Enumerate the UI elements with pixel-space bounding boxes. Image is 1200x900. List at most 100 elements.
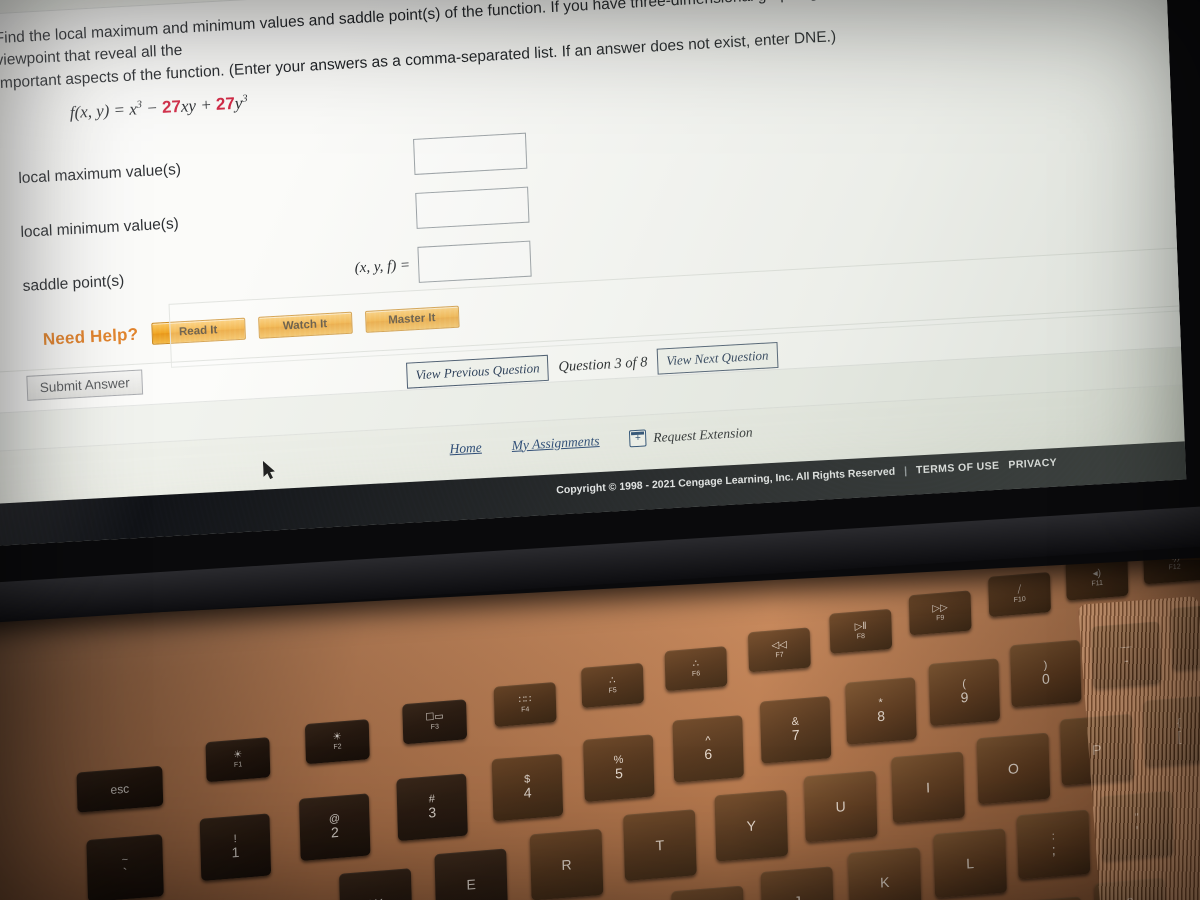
footer-links: Home My Assignments Request Extension <box>449 423 753 457</box>
answer-label-local-maximum: local maximum value(s) <box>18 161 182 188</box>
key-0[interactable]: ) 0 <box>1009 639 1082 708</box>
key-3[interactable]: #3 <box>396 773 468 842</box>
formula-coefficient-1: 27 <box>161 97 182 118</box>
key-f8-label: F8 <box>856 633 866 641</box>
answer-prefix-local-maximum <box>318 157 414 162</box>
key-f7-label: F7 <box>775 651 784 660</box>
key-4-label: 4 <box>523 784 532 802</box>
key-e-label: E <box>466 875 477 893</box>
key-7[interactable]: & 7 <box>759 696 832 764</box>
brightness-up-icon: ☀ <box>332 730 342 743</box>
play-pause-icon: ▷‖ <box>854 620 867 633</box>
key-5-label: 5 <box>614 765 624 782</box>
key-t[interactable]: T <box>623 809 697 882</box>
key-esc[interactable]: esc <box>76 765 164 813</box>
answer-label-local-minimum: local minimum value(s) <box>20 215 180 242</box>
key-5[interactable]: % 5 <box>583 734 655 803</box>
key-u[interactable]: U <box>803 770 878 843</box>
mission-control-icon: ☐▭ <box>425 710 444 724</box>
fast-forward-icon: ▷▷ <box>932 601 948 615</box>
key-esc-label: esc <box>110 781 130 797</box>
key-h[interactable]: H <box>671 885 745 900</box>
key-f9[interactable]: ▷▷ F9 <box>908 590 972 636</box>
key-2[interactable]: @2 <box>298 793 371 861</box>
laptop-speaker-grill <box>1078 596 1200 900</box>
key-1[interactable]: ! 1 <box>199 813 272 882</box>
request-extension-link[interactable]: Request Extension <box>629 423 753 448</box>
volume-down-icon: ◂) <box>1092 567 1102 580</box>
key-i[interactable]: I <box>891 751 965 824</box>
calendar-plus-icon <box>629 429 647 448</box>
saddle-point-input[interactable] <box>417 240 532 284</box>
key-j[interactable]: J <box>760 866 835 900</box>
key-j-label: J <box>794 893 801 900</box>
key-o[interactable]: O <box>976 732 1051 805</box>
key-l[interactable]: L <box>933 828 1007 899</box>
key-f2[interactable]: ☀ F2 <box>304 719 370 765</box>
key-y-label: Y <box>746 816 757 834</box>
question-counter: Question 3 of 8 <box>558 353 648 375</box>
key-r[interactable]: R <box>529 828 604 900</box>
key-w[interactable]: W <box>339 868 413 900</box>
laptop-screen: MY NOTES ASK YOUR TEACHER Find the local… <box>0 0 1187 551</box>
key-f12-label: F12 <box>1168 563 1181 572</box>
key-backtick-label: ` <box>122 865 128 882</box>
formula-plus: + <box>195 95 217 116</box>
local-minimum-input[interactable] <box>415 187 530 230</box>
my-assignments-link[interactable]: My Assignments <box>511 433 599 454</box>
keyboard-backlight-down-icon: ∴ <box>609 674 616 687</box>
home-link[interactable]: Home <box>449 439 482 457</box>
need-help-label: Need Help? <box>42 325 139 350</box>
key-f6[interactable]: ∴ F6 <box>664 646 728 692</box>
key-6[interactable]: ^ 6 <box>672 715 744 783</box>
key-2-label: 2 <box>330 824 339 841</box>
local-maximum-input[interactable] <box>413 133 528 176</box>
key-9-label: 9 <box>960 689 969 706</box>
key-w-label: W <box>369 895 383 900</box>
key-f4[interactable]: ∷∷ F4 <box>493 681 557 727</box>
key-r-label: R <box>561 855 572 873</box>
screenshot-root: esc ☀ F1 ☀ F2 ☐▭ F3 ∷∷ F4 ∴ F5 ∴ F6 ◁◁ F7 ▷‖ F8 … <box>0 0 1200 900</box>
key-f3-label: F3 <box>430 723 440 732</box>
formula-exponent-2: 3 <box>242 93 248 106</box>
key-6-label: 6 <box>704 746 713 763</box>
keyboard-backlight-up-icon: ∴ <box>692 657 700 670</box>
key-f7[interactable]: ◁◁ F7 <box>747 627 811 673</box>
formula-coefficient-2: 27 <box>215 94 236 115</box>
key-f5[interactable]: ∴ F5 <box>581 662 644 708</box>
copyright-separator: | <box>903 464 908 478</box>
key-0-label: 0 <box>1041 670 1050 688</box>
key-f3[interactable]: ☐▭ F3 <box>402 699 468 745</box>
key-t-label: T <box>655 836 665 854</box>
key-semicolon[interactable]: :; <box>1016 809 1091 880</box>
key-y[interactable]: Y <box>714 789 789 862</box>
key-9[interactable]: (9 <box>928 658 1001 727</box>
key-e[interactable]: E <box>434 848 509 900</box>
key-f11-label: F11 <box>1091 579 1104 588</box>
key-7-label: 7 <box>791 726 800 744</box>
key-i-label: I <box>925 778 931 796</box>
answer-prefix-local-minimum <box>320 211 416 216</box>
key-u-label: U <box>835 797 846 815</box>
key-o-label: O <box>1007 759 1020 777</box>
key-8-label: 8 <box>876 708 886 725</box>
key-f8[interactable]: ▷‖ F8 <box>829 608 893 654</box>
key-f10-label: F10 <box>1013 596 1026 605</box>
key-semicolon-label: ; <box>1051 841 1056 859</box>
formula-prefix: f(x, y) = x <box>69 99 138 123</box>
key-backtick[interactable]: ~ ` <box>86 834 164 900</box>
key-f10[interactable]: ⧸ F10 <box>988 571 1052 617</box>
key-f2-label: F2 <box>333 743 342 752</box>
formula-term-1: xy <box>180 96 197 117</box>
key-f1[interactable]: ☀ F1 <box>205 737 271 783</box>
key-8[interactable]: * 8 <box>845 677 917 745</box>
key-f6-label: F6 <box>691 670 701 679</box>
answer-label-saddle-point: saddle point(s) <box>22 272 125 296</box>
key-k[interactable]: K <box>847 847 922 900</box>
formula-minus: − <box>141 98 163 119</box>
key-f9-label: F9 <box>936 614 945 623</box>
key-4[interactable]: $4 <box>491 753 564 822</box>
key-l-label: L <box>965 854 975 872</box>
webassign-page: MY NOTES ASK YOUR TEACHER Find the local… <box>0 0 1187 551</box>
rewind-icon: ◁◁ <box>771 638 788 652</box>
